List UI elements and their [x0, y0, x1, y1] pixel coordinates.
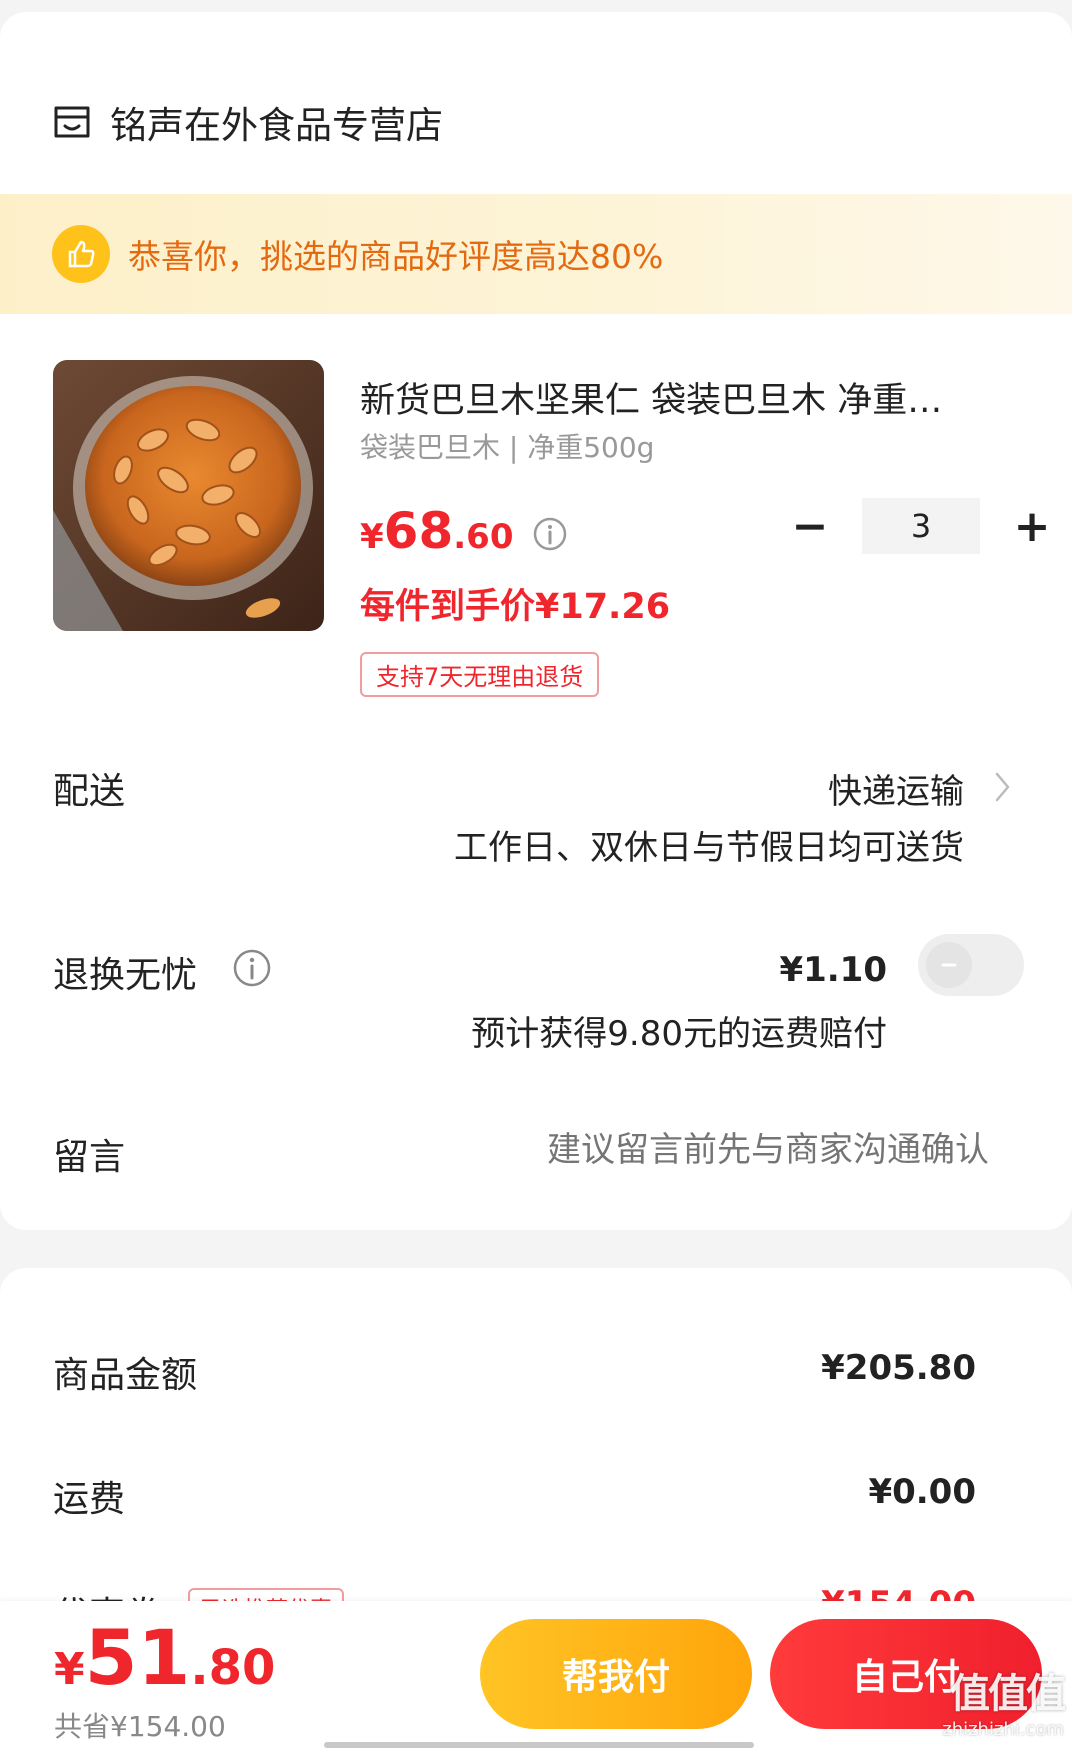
shipping-fee-label: 运费 — [53, 1479, 126, 1520]
checkout-bar: ¥ 51 .80 共省¥154.00 帮我付 自己付 值值值 zhizhizhi… — [0, 1601, 1072, 1751]
delivery-method[interactable]: 快递运输 — [828, 764, 964, 813]
return-worry-price: ¥1.10 — [779, 950, 887, 990]
product-title[interactable]: 新货巴旦木坚果仁 袋装巴旦木 净重… — [360, 372, 1020, 423]
order-card: 铭声在外食品专营店 恭喜你，挑选的商品好评度高达80% 新货巴旦木坚果仁 袋装巴… — [0, 12, 1072, 1230]
help-me-pay-button[interactable]: 帮我付 — [480, 1619, 752, 1729]
message-input[interactable] — [389, 1130, 989, 1170]
product-price: ¥ 68 .60 — [360, 502, 568, 560]
watermark-url: zhizhizhi.com — [942, 1719, 1064, 1740]
price-decimal: .60 — [453, 517, 514, 557]
return-policy-badge: 支持7天无理由退货 — [360, 652, 600, 697]
quantity-plus-button[interactable]: + — [1002, 498, 1062, 554]
home-indicator[interactable] — [324, 1742, 754, 1748]
return-worry-toggle[interactable] — [918, 934, 1024, 996]
return-worry-label: 退换无忧 — [53, 955, 198, 996]
store-icon — [54, 106, 90, 138]
goods-amount-value: ¥205.80 — [821, 1348, 976, 1388]
total-price: ¥ 51 .80 — [54, 1613, 275, 1702]
product-image[interactable] — [53, 360, 324, 631]
store-header[interactable]: 铭声在外食品专营店 — [52, 92, 443, 152]
quantity-value[interactable]: 3 — [862, 498, 980, 554]
price-currency: ¥ — [360, 517, 384, 557]
quantity-stepper: − 3 + — [780, 498, 1062, 554]
goods-amount-label: 商品金额 — [53, 1355, 198, 1396]
total-currency: ¥ — [54, 1644, 85, 1695]
delivery-label: 配送 — [53, 771, 126, 812]
product-spec[interactable]: 袋装巴旦木 | 净重500g — [360, 426, 654, 466]
total-integer: 51 — [84, 1613, 191, 1702]
total-decimal: .80 — [190, 1640, 276, 1696]
chevron-right-icon[interactable] — [994, 770, 1012, 804]
watermark: 值值值 zhizhizhi.com — [942, 1661, 1066, 1740]
shipping-fee-value: ¥0.00 — [868, 1472, 976, 1512]
price-info-icon[interactable] — [532, 516, 568, 552]
total-saved: 共省¥154.00 — [54, 1710, 226, 1743]
return-worry-info-icon[interactable] — [232, 948, 272, 988]
thumbs-up-icon — [52, 225, 110, 283]
return-worry-note: 预计获得9.80元的运费赔付 — [471, 1014, 887, 1054]
toggle-knob — [926, 942, 972, 988]
rating-banner: 恭喜你，挑选的商品好评度高达80% — [0, 194, 1072, 314]
store-name: 铭声在外食品专营店 — [110, 104, 443, 147]
watermark-logo: 值值值 — [950, 1671, 1066, 1717]
per-item-price: 每件到手价¥17.26 — [360, 587, 671, 627]
message-label: 留言 — [53, 1137, 126, 1178]
rating-banner-text: 恭喜你，挑选的商品好评度高达80% — [128, 237, 664, 276]
minus-icon — [941, 963, 957, 967]
quantity-minus-button[interactable]: − — [780, 498, 840, 554]
price-integer: 68 — [383, 502, 454, 560]
delivery-note: 工作日、双休日与节假日均可送货 — [454, 828, 964, 868]
